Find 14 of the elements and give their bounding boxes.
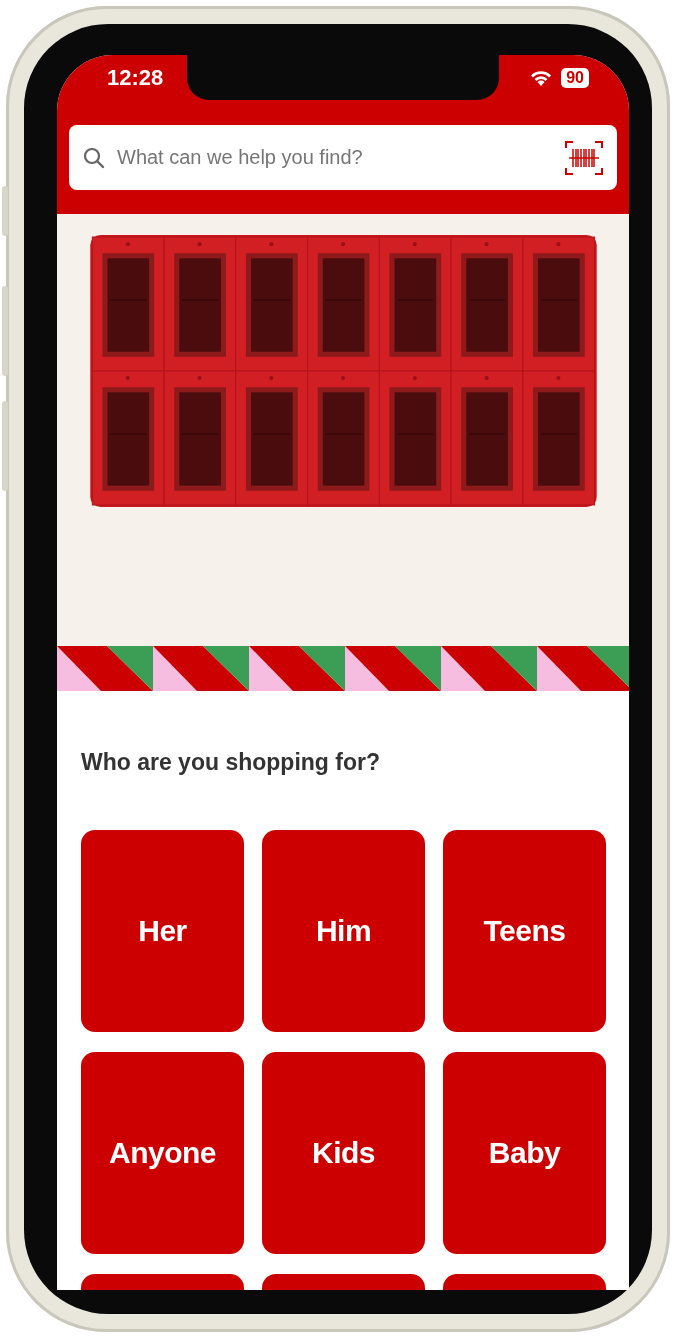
search-icon: [83, 146, 105, 169]
category-tile[interactable]: Anyone: [81, 1052, 244, 1254]
category-tile[interactable]: Kids: [262, 1052, 425, 1254]
category-tile[interactable]: Him: [262, 830, 425, 1032]
category-tile[interactable]: Baby: [443, 1052, 606, 1254]
wifi-icon: [529, 68, 554, 87]
search-input[interactable]: What can we help you find?: [115, 145, 555, 170]
status-time: 12:28: [107, 64, 164, 91]
section-heading: Who are you shopping for?: [81, 749, 381, 776]
category-tile[interactable]: Teens: [443, 830, 606, 1032]
search-field[interactable]: What can we help you find?: [69, 125, 617, 190]
battery-level: 90: [561, 67, 589, 88]
barcode-scan-icon[interactable]: [565, 139, 603, 176]
category-tile[interactable]: Her: [81, 830, 244, 1032]
